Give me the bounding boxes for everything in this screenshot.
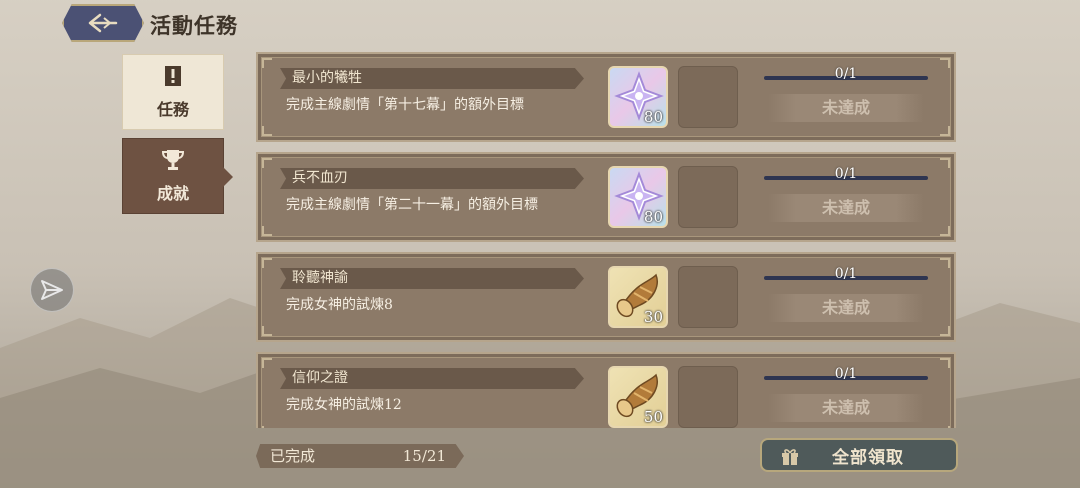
reward-slot-empty (678, 166, 738, 228)
card-corner (262, 58, 272, 68)
completed-value: 15/21 (402, 447, 446, 465)
card-corner (262, 258, 272, 268)
reward-quantity: 50 (643, 408, 663, 426)
reward-quantity: 80 (643, 208, 663, 226)
completed-counter: 已完成 15/21 (256, 444, 464, 468)
tab-achievements[interactable]: 成就 (122, 138, 233, 214)
tab-achievements-label: 成就 (156, 184, 189, 203)
card-corner (262, 158, 272, 168)
achievement-description: 完成主線劇情「第二十一幕」的額外目標 (286, 197, 538, 213)
reward-quantity: 30 (643, 308, 663, 326)
card-corner (940, 58, 950, 68)
status-button[interactable]: 未達成 (768, 194, 924, 222)
card-corner (262, 426, 272, 428)
reward-item[interactable]: 80 (608, 166, 668, 228)
achievement-description: 完成女神的試煉12 (286, 397, 402, 413)
card-corner (940, 326, 950, 336)
achievement-list[interactable]: 最小的犧牲 完成主線劇情「第十七幕」的額外目標 80 0/1 未達成 兵不血刃 完成主線劇情… (256, 52, 956, 428)
back-button[interactable] (62, 4, 144, 42)
reward-slot-empty (678, 366, 738, 428)
achievement-name: 兵不血刃 (280, 168, 584, 189)
progress-text: 0/1 (834, 166, 858, 182)
achievement-card: 兵不血刃完成主線劇情「第二十一幕」的額外目標 80 0/1 未達成 (256, 152, 956, 242)
completed-label: 已完成 (270, 447, 316, 465)
card-corner (262, 226, 272, 236)
scroll-exclaim-icon (162, 64, 184, 92)
progress-text: 0/1 (834, 266, 858, 282)
share-button[interactable] (30, 268, 74, 312)
claim-all-label: 全部領取 (832, 447, 904, 468)
reward-quantity: 80 (643, 108, 663, 126)
achievement-card: 信仰之證完成女神的試煉12 50 0/1 未達成 (256, 352, 956, 428)
card-corner (940, 126, 950, 136)
card-corner (262, 358, 272, 368)
trophy-icon (160, 148, 186, 176)
gift-icon (782, 449, 798, 465)
progress-text: 0/1 (834, 366, 858, 382)
status-button[interactable]: 未達成 (768, 94, 924, 122)
card-corner (262, 126, 272, 136)
card-corner (940, 226, 950, 236)
achievement-description: 完成主線劇情「第十七幕」的額外目標 (286, 97, 524, 113)
card-corner (940, 258, 950, 268)
status-button[interactable]: 未達成 (768, 394, 924, 422)
status-button[interactable]: 未達成 (768, 294, 924, 322)
page-title: 活動任務 (150, 13, 238, 38)
tab-tasks-label: 任務 (156, 100, 189, 119)
achievement-name: 最小的犧牲 (280, 68, 584, 89)
achievement-description: 完成女神的試煉8 (286, 297, 393, 313)
achievement-name: 信仰之證 (280, 368, 584, 389)
reward-item[interactable]: 80 (608, 66, 668, 128)
achievement-card: 最小的犧牲完成主線劇情「第十七幕」的額外目標 80 0/1 未達成 (256, 52, 956, 142)
reward-slot-empty (678, 266, 738, 328)
progress-text: 0/1 (834, 66, 858, 82)
card-corner (940, 426, 950, 428)
reward-slot-empty (678, 66, 738, 128)
card-corner (940, 358, 950, 368)
card-corner (262, 326, 272, 336)
achievement-card: 聆聽神諭完成女神的試煉8 30 0/1 未達成 (256, 252, 956, 342)
achievement-name: 聆聽神諭 (280, 268, 584, 289)
back-arrow-icon (88, 13, 118, 33)
claim-all-button[interactable]: 全部領取 (760, 438, 958, 472)
paper-plane-icon (41, 280, 63, 300)
reward-item[interactable]: 30 (608, 266, 668, 328)
reward-item[interactable]: 50 (608, 366, 668, 428)
card-corner (940, 158, 950, 168)
tab-tasks[interactable]: 任務 (122, 54, 224, 130)
